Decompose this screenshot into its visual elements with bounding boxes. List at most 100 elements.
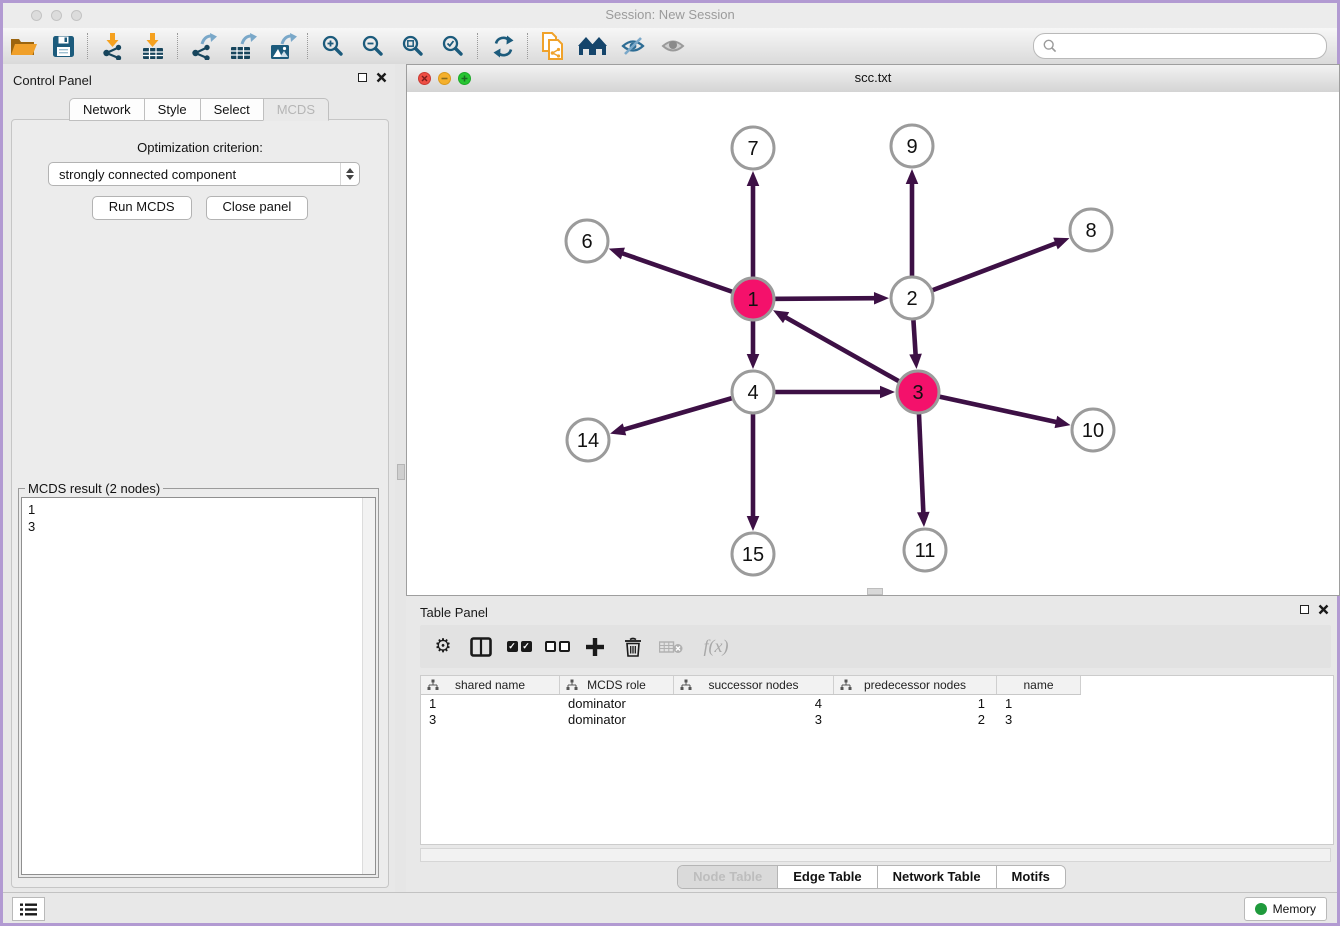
add-column-icon[interactable] — [580, 632, 610, 662]
close-panel-button[interactable]: Close panel — [206, 196, 309, 220]
clone-network-icon[interactable] — [533, 30, 573, 62]
mcds-result-textarea[interactable]: 1 3 — [21, 497, 376, 875]
tab-select[interactable]: Select — [200, 98, 263, 121]
tab-node-table[interactable]: Node Table — [678, 866, 778, 888]
network-frame-titlebar[interactable]: scc.txt — [407, 65, 1339, 93]
table-body: 1dominator4113dominator323 — [421, 695, 1333, 727]
column-header-predecessor_nodes[interactable]: predecessor nodes — [834, 676, 997, 694]
edge-2-8[interactable] — [912, 243, 1057, 298]
cell-successor_nodes[interactable]: 3 — [674, 712, 834, 727]
zoom-fit-icon[interactable] — [393, 30, 433, 62]
zoom-out-icon[interactable] — [353, 30, 393, 62]
column-layout-icon[interactable] — [466, 632, 496, 662]
control-panel: Control Panel NetworkStyleSelectMCDS Opt… — [3, 64, 395, 893]
memory-button[interactable]: Memory — [1244, 897, 1327, 921]
node-table[interactable]: shared name MCDS rolesuccessor nodes prede… — [420, 675, 1334, 845]
edge-3-1[interactable] — [784, 317, 918, 392]
search-input[interactable] — [1062, 38, 1318, 55]
export-table-icon[interactable] — [223, 30, 263, 62]
cell-shared_name[interactable]: 1 — [421, 696, 560, 711]
zoom-selected-icon[interactable] — [433, 30, 473, 62]
import-table-icon[interactable] — [133, 30, 173, 62]
edge-arrowhead — [1053, 238, 1069, 250]
search-field[interactable] — [1033, 33, 1327, 59]
tab-edge-table[interactable]: Edge Table — [778, 866, 877, 888]
tab-network[interactable]: Network — [69, 98, 144, 121]
import-network-icon[interactable] — [93, 30, 133, 62]
node-label-3: 3 — [912, 382, 923, 404]
float-panel-icon[interactable] — [358, 73, 367, 82]
criterion-selected-value: strongly connected component — [49, 167, 340, 182]
close-panel-icon[interactable] — [1318, 604, 1329, 615]
run-mcds-button[interactable]: Run MCDS — [92, 196, 192, 220]
table-settings-icon[interactable]: ⚙ — [428, 632, 458, 662]
cell-name[interactable]: 3 — [997, 712, 1081, 727]
tab-mcds[interactable]: MCDS — [263, 98, 329, 121]
edge-arrowhead — [747, 171, 760, 186]
table-panel-title: Table Panel — [420, 605, 488, 620]
delete-table-icon-disabled — [656, 632, 686, 662]
function-builder-icon-disabled: f(x) — [694, 632, 738, 662]
toolbar-separator — [87, 33, 89, 59]
node-label-7: 7 — [747, 138, 758, 160]
table-row[interactable]: 3dominator323 — [421, 711, 1333, 727]
float-panel-icon[interactable] — [1300, 605, 1309, 614]
column-header-mcds_role[interactable]: MCDS role — [560, 676, 674, 694]
column-type-icon — [427, 679, 439, 691]
cell-shared_name[interactable]: 3 — [421, 712, 560, 727]
tab-style[interactable]: Style — [144, 98, 200, 121]
cell-mcds_role[interactable]: dominator — [560, 712, 674, 727]
apply-layout-icon[interactable] — [483, 30, 523, 62]
edge-arrowhead — [610, 423, 626, 435]
edge-arrowhead — [747, 516, 760, 531]
delete-row-icon[interactable] — [618, 632, 648, 662]
result-scrollbar[interactable] — [362, 498, 375, 874]
column-header-shared_name[interactable]: shared name — [421, 676, 560, 694]
tab-network-table[interactable]: Network Table — [878, 866, 997, 888]
export-image-icon[interactable] — [263, 30, 303, 62]
vertical-splitter[interactable] — [395, 64, 406, 893]
control-panel-title: Control Panel — [13, 73, 92, 88]
screen: Session: New Session — [0, 0, 1340, 926]
edge-arrowhead — [747, 354, 760, 369]
memory-label: Memory — [1273, 902, 1316, 916]
cell-predecessor_nodes[interactable]: 1 — [834, 696, 997, 711]
search-icon — [1043, 39, 1057, 53]
network-canvas[interactable]: 7968124314101511 — [407, 92, 1339, 595]
splitter-handle[interactable] — [397, 464, 405, 480]
table-horizontal-scrollbar[interactable] — [420, 848, 1331, 862]
export-network-icon[interactable] — [183, 30, 223, 62]
open-session-icon[interactable] — [3, 30, 43, 62]
splitter-handle[interactable] — [867, 588, 883, 595]
table-row[interactable]: 1dominator411 — [421, 695, 1333, 711]
show-graphics-details-icon[interactable] — [653, 30, 693, 62]
mcds-tab-content: Optimization criterion: strongly connect… — [11, 119, 389, 888]
network-graph[interactable]: 7968124314101511 — [407, 92, 1339, 595]
mcds-result-group: MCDS result (2 nodes) 1 3 — [18, 488, 379, 878]
edge-arrowhead — [1055, 416, 1071, 428]
select-all-icon[interactable]: ✓✓ — [504, 632, 534, 662]
open-ndex-icon[interactable] — [573, 30, 613, 62]
column-label: predecessor nodes — [864, 678, 966, 692]
column-header-successor_nodes[interactable]: successor nodes — [674, 676, 834, 694]
task-history-button[interactable] — [12, 897, 45, 921]
tab-motifs[interactable]: Motifs — [997, 866, 1065, 888]
cell-name[interactable]: 1 — [997, 696, 1081, 711]
network-view-frame: scc.txt 7968124314101511 — [406, 64, 1340, 596]
toolbar-separator — [307, 33, 309, 59]
criterion-select[interactable]: strongly connected component — [48, 162, 360, 186]
zoom-in-icon[interactable] — [313, 30, 353, 62]
column-label: shared name — [455, 678, 525, 692]
cell-successor_nodes[interactable]: 4 — [674, 696, 834, 711]
close-panel-icon[interactable] — [376, 72, 387, 83]
column-label: name — [1023, 678, 1053, 692]
hide-graphics-details-icon[interactable] — [613, 30, 653, 62]
toolbar-separator — [527, 33, 529, 59]
save-session-icon[interactable] — [43, 30, 83, 62]
cell-predecessor_nodes[interactable]: 2 — [834, 712, 997, 727]
edge-arrowhead — [880, 386, 895, 399]
cell-mcds_role[interactable]: dominator — [560, 696, 674, 711]
column-header-name[interactable]: name — [997, 676, 1081, 694]
toolbar-separator — [177, 33, 179, 59]
deselect-all-icon[interactable] — [542, 632, 572, 662]
